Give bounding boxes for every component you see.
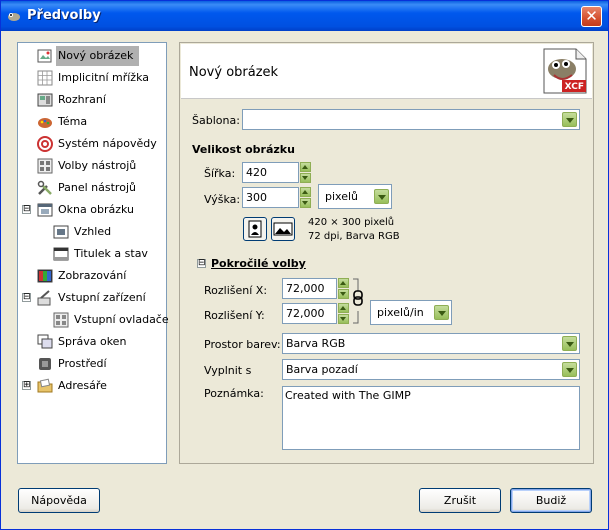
environment-icon <box>39 358 51 370</box>
comment-value: Created with The GIMP <box>285 389 411 402</box>
size-unit-value: pixelů <box>325 190 359 203</box>
x-resolution-value: 72,000 <box>286 282 325 295</box>
comment-label: Poznámka: <box>204 387 264 400</box>
expand-icon[interactable]: ⊞ <box>22 381 31 390</box>
sidebar-item-label: Správa oken <box>58 335 127 348</box>
sidebar-item-label: Implicitní mřížka <box>58 71 149 84</box>
help-button[interactable]: Nápověda <box>18 488 100 513</box>
portrait-button[interactable] <box>243 217 267 241</box>
sidebar-item-label: Vzhled <box>74 225 112 238</box>
width-spinner[interactable] <box>300 162 311 183</box>
x-resolution-label: Rozlišení X: <box>204 284 268 297</box>
size-info-line1: 420 × 300 pixelů <box>308 217 395 228</box>
input-controllers-icon <box>53 312 69 328</box>
width-input[interactable]: 420 <box>242 162 299 183</box>
ok-button-label: Budiž <box>535 494 567 507</box>
input-devices-icon <box>37 290 51 306</box>
title-status-icon <box>53 247 69 261</box>
collapse-icon[interactable]: ⊟ <box>22 205 31 214</box>
colorspace-value: Barva RGB <box>286 337 346 350</box>
toolbox-icon <box>37 180 52 195</box>
fill-select[interactable]: Barva pozadí <box>282 359 580 380</box>
preferences-dialog: Předvolby ✕ Nový obrázek Implicitní mříž… <box>0 0 609 530</box>
image-windows-icon <box>37 203 53 217</box>
panel-title: Nový obrázek <box>189 65 279 80</box>
height-label: Výška: <box>204 193 241 206</box>
collapse-icon[interactable]: ⊟ <box>22 293 31 302</box>
template-label: Šablona: <box>192 114 240 127</box>
settings-panel: Nový obrázek XCF Šablona: Velikost obráz… <box>179 42 594 464</box>
chevron-down-icon[interactable] <box>434 305 449 320</box>
chevron-down-icon[interactable] <box>562 336 577 351</box>
sidebar-item-label: Téma <box>58 115 88 128</box>
sidebar-item-label: Nový obrázek <box>56 46 140 66</box>
appearance-icon <box>53 225 69 239</box>
comment-textarea[interactable]: Created with The GIMP <box>282 386 580 450</box>
size-info-line2: 72 dpi, Barva RGB <box>308 231 400 242</box>
sidebar-item-label: Rozhraní <box>58 93 106 106</box>
sidebar-item-label: Vstupní ovladače <box>74 313 169 326</box>
landscape-icon <box>273 222 293 236</box>
folders-icon <box>37 378 53 393</box>
theme-icon <box>38 118 52 128</box>
chevron-down-icon[interactable] <box>562 362 577 377</box>
sidebar-item-new-image[interactable]: Nový obrázek <box>18 46 166 66</box>
template-combo[interactable] <box>242 109 580 130</box>
panel-header: Nový obrázek XCF <box>181 44 592 99</box>
collapse-icon[interactable]: ⊟ <box>197 259 206 268</box>
display-icon <box>37 269 53 283</box>
chain-link-icon[interactable] <box>352 277 364 325</box>
portrait-icon <box>248 220 262 238</box>
cancel-button[interactable]: Zrušit <box>419 488 501 513</box>
y-resolution-spinner[interactable] <box>338 303 349 324</box>
x-resolution-input[interactable]: 72,000 <box>282 278 337 299</box>
ok-button[interactable]: Budiž <box>510 488 592 513</box>
width-value: 420 <box>246 166 267 179</box>
fill-value: Barva pozadí <box>286 363 358 376</box>
sidebar-item-label: Systém nápovědy <box>58 137 157 150</box>
size-unit-select[interactable]: pixelů <box>318 184 392 209</box>
grid-icon <box>37 70 53 86</box>
gimp-icon <box>8 13 20 21</box>
interface-icon <box>37 93 53 107</box>
sidebar-item-label: Titulek a stav <box>74 247 148 260</box>
tool-options-icon <box>37 158 53 174</box>
window-title: Předvolby <box>27 8 101 23</box>
sidebar-item-label: Panel nástrojů <box>58 181 136 194</box>
y-resolution-value: 72,000 <box>286 307 325 320</box>
chevron-down-icon[interactable] <box>562 112 577 127</box>
height-value: 300 <box>246 191 267 204</box>
cancel-button-label: Zrušit <box>443 494 477 507</box>
image-size-heading: Velikost obrázku <box>192 143 295 156</box>
sidebar-item-label: Volby nástrojů <box>58 159 137 172</box>
width-label: Šířka: <box>204 167 236 180</box>
advanced-options-toggle[interactable]: Pokročilé volby <box>211 257 306 270</box>
xcf-badge: XCF <box>564 82 584 92</box>
height-input[interactable]: 300 <box>242 187 299 208</box>
resolution-unit-select[interactable]: pixelů/in <box>370 300 452 325</box>
fill-label: Vyplnit s <box>204 364 252 377</box>
window-management-icon <box>37 334 53 349</box>
y-resolution-label: Rozlišení Y: <box>204 309 265 322</box>
sidebar-item-label: Okna obrázku <box>58 203 134 216</box>
help-system-icon <box>37 136 53 152</box>
title-bar[interactable]: Předvolby ✕ <box>1 1 608 31</box>
colorspace-select[interactable]: Barva RGB <box>282 333 580 354</box>
category-tree[interactable]: Nový obrázek Implicitní mřížka Rozhraní … <box>17 42 169 464</box>
sidebar-item-label: Adresáře <box>58 379 107 392</box>
chevron-down-icon[interactable] <box>374 189 389 204</box>
resolution-unit-value: pixelů/in <box>377 306 424 319</box>
height-spinner[interactable] <box>300 187 311 208</box>
x-resolution-spinner[interactable] <box>338 278 349 299</box>
close-icon: ✕ <box>585 7 598 25</box>
landscape-button[interactable] <box>271 217 295 241</box>
new-image-icon <box>37 49 52 63</box>
help-button-label: Nápověda <box>31 494 87 507</box>
sidebar-item-label: Prostředí <box>58 357 107 370</box>
close-button[interactable]: ✕ <box>581 6 602 27</box>
sidebar-item-label: Vstupní zařízení <box>58 291 146 304</box>
sidebar-item-label: Zobrazování <box>58 269 127 282</box>
y-resolution-input[interactable]: 72,000 <box>282 303 337 324</box>
colorspace-label: Prostor barev: <box>204 338 281 351</box>
